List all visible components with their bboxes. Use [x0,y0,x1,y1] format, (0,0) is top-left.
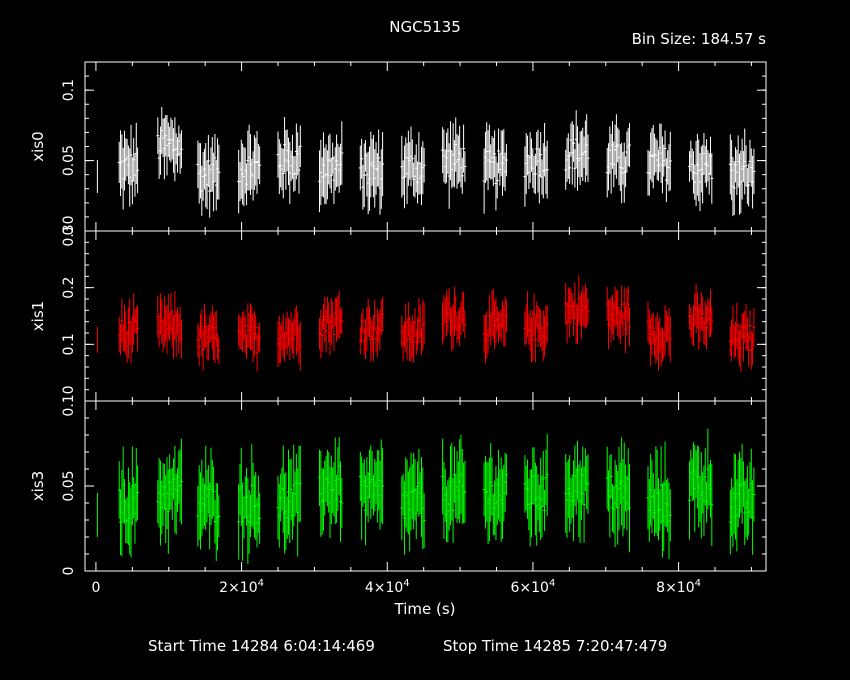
xis3-axis-label: xis3 [29,471,47,501]
y-tick-label: 0.10 [61,385,77,416]
x-axis-label: Time (s) [394,600,456,618]
x-axis: 0 2×104 4×104 6×104 8×104 [91,578,701,596]
panel-xis3: 0 0.05 0.10 xis3 [29,385,767,576]
xis1-series [96,274,756,373]
y-tick-label: 0.05 [61,145,77,176]
panel-xis0: 00.050.1xis0 [29,61,767,235]
x-tick-label: 4×104 [365,578,410,596]
x-tick-label: 6×104 [511,578,556,596]
panel-xis1: 0.1 0.2 0.30 xis1 [29,215,767,402]
xis0-axis-label: xis0 [29,131,47,161]
panel-frame [84,230,767,402]
y-tick-label: 0 [61,567,77,576]
xis0-series [96,107,756,218]
lightcurve-chart: NGC5135 Bin Size: 184.57 s 0 0.05 0.1 xis0 0… [29,18,767,655]
stop-time-label: Stop Time 14285 7:20:47:479 [443,637,667,655]
x-tick-label: 0 [91,580,100,596]
panels-group: 00.050.1xis00.10.20.30xis100.050.10xis3 [29,61,767,576]
chart-title: NGC5135 [389,18,461,36]
bin-size-label: Bin Size: 184.57 s [632,30,767,48]
y-tick-label: 0.1 [61,333,77,355]
y-tick-label: 0.2 [61,277,77,299]
x-tick-label: 8×104 [656,578,701,596]
y-tick-label: 0.05 [61,470,77,501]
xis1-axis-label: xis1 [29,301,47,331]
y-tick-label: 0.1 [61,79,77,101]
x-tick-label: 2×104 [219,578,264,596]
y-tick-label: 0.30 [61,215,77,246]
start-time-label: Start Time 14284 6:04:14:469 [148,637,375,655]
xis3-series [96,428,756,564]
lightcurve-figure: NGC5135 Bin Size: 184.57 s 0 0.05 0.1 xis0 0… [0,0,850,680]
